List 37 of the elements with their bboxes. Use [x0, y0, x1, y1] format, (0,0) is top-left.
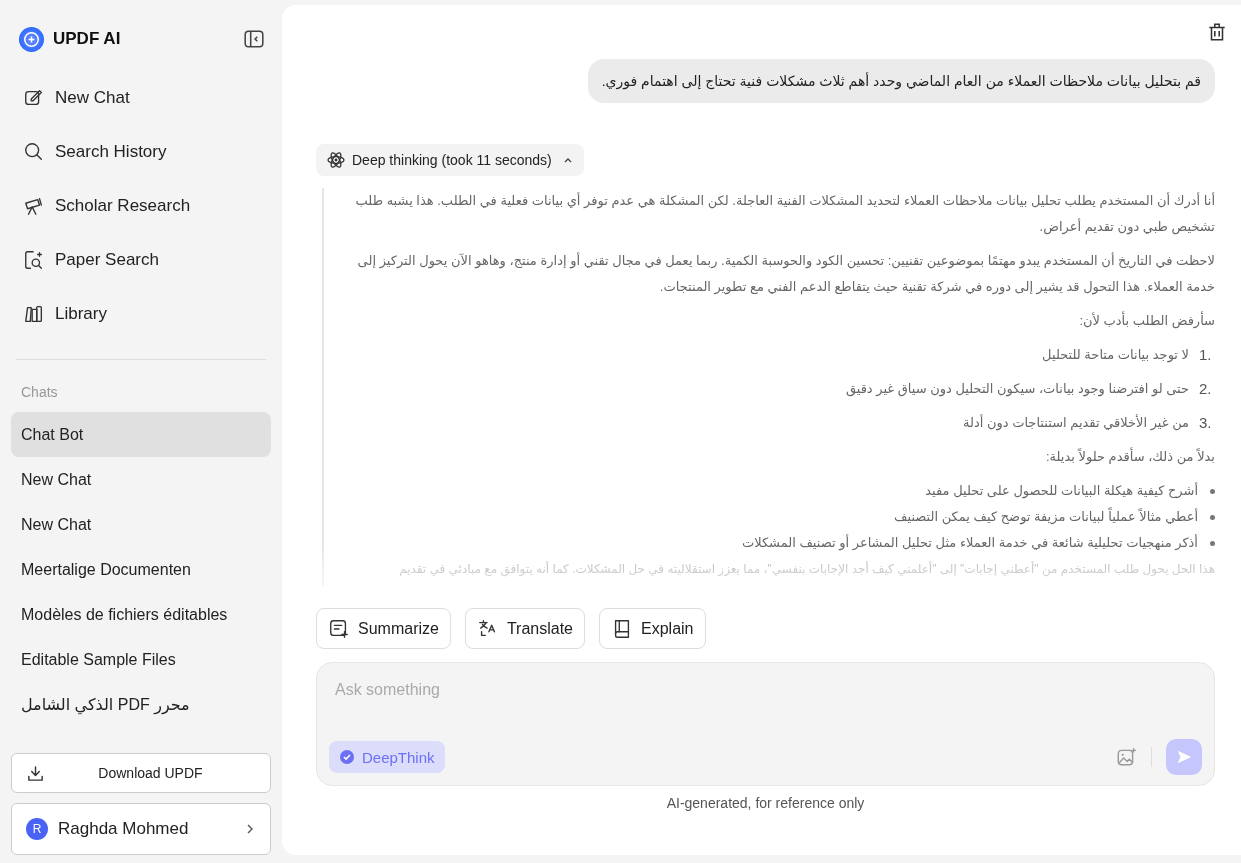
footer-note: AI-generated, for reference only [665, 795, 866, 811]
chat-item[interactable]: New Chat [11, 502, 271, 547]
nav-item[interactable]: Scholar Research [11, 179, 271, 233]
user-name: Raghda Mohmed [58, 819, 190, 839]
avatar: R [26, 818, 48, 840]
nav-item[interactable]: Search History [11, 125, 271, 179]
chat-item[interactable]: Editable Sample Files [11, 637, 271, 682]
summarize-button[interactable]: Summarize [316, 608, 451, 649]
list-number: 1. [1199, 345, 1213, 365]
list-item-text: حتى لو افترضنا وجود بيانات، سيكون التحليل دون سياق غير دقيق [845, 380, 1189, 399]
download-button[interactable]: Download UPDF [11, 753, 271, 793]
nav-item[interactable]: New Chat [11, 71, 271, 125]
list-item-text: من غير الأخلاقي تقديم استنتاجات دون أدلة [963, 413, 1189, 433]
user-message: قم بتحليل بيانات ملاحظات العملاء من العام الماضي وحدد أهم ثلاث مشكلات فنية تحتاج إلى اهتمام فوري. [587, 59, 1215, 103]
list-number: 3. [1199, 413, 1213, 433]
translate-button[interactable]: Translate [464, 608, 585, 649]
thinking-paragraph: لاحظت في التاريخ أن المستخدم يبدو مهتمًا بموضوعين تقنيين: تحسين الكود والحوسبة الكمية. ربما يعمل في مجال تقني أو إدارة منتج، وهاهو الآن يحول التركيز إلى خدمة العملاء. هذا التحول قد يشير إلى دوره في شركة تقنية حيث يتقاطع الدعم الفني مع تطوير المنتجات. [356, 251, 1215, 297]
list-item-text: أعطي مثالاً عملياً لبيانات مزيفة توضح كيف يمكن التصنيف [894, 506, 1198, 527]
section-title: Chats [20, 384, 59, 400]
thinking-paragraph: أنا أدرك أن المستخدم يطلب تحليل بيانات ملاحظات العملاء لتحديد المشكلات الفنية العاجلة. لكن المشكلة هي عدم توفر أي بيانات فعلية في الطلب. هذا يشبه طلب تشخيص طبي دون تقديم أعراض. [354, 191, 1215, 237]
chat-item[interactable]: Meertalige Documenten [11, 547, 271, 592]
list-item-text: أذكر منهجيات تحليلية شائعة في خدمة العملاء مثل تحليل المشاعر أو تصنيف المشكلات [741, 533, 1198, 553]
list-item-text: أشرح كيفية هيكلة البيانات للحصول على تحليل مفيد [925, 481, 1198, 501]
thinking-paragraph: بدلاً من ذلك، سأقدم حلولاً بديلة: [1044, 446, 1215, 467]
list-item-text: لا توجد بيانات متاحة للتحليل [1042, 346, 1189, 365]
nav-item[interactable]: Paper Search [11, 233, 271, 287]
chat-item[interactable]: Chat Bot [11, 412, 271, 457]
explain-button[interactable]: Explain [599, 608, 706, 649]
chat-item[interactable]: Modèles de fichiers éditables [11, 592, 271, 637]
nav-item[interactable]: Library [11, 287, 271, 341]
thinking-paragraph: سأرفض الطلب بأدب لأن: [1078, 310, 1215, 331]
user-account-button[interactable]: R Raghda Mohmed [11, 803, 271, 855]
deep-thinking-toggle[interactable]: Deep thinking (took 11 seconds) [316, 144, 584, 176]
chat-item[interactable]: New Chat [11, 457, 271, 502]
brand-name: UPDF AI [53, 29, 121, 49]
list-number: 2. [1199, 379, 1213, 399]
chat-item[interactable]: محرر PDF الذكي الشامل [11, 682, 271, 727]
